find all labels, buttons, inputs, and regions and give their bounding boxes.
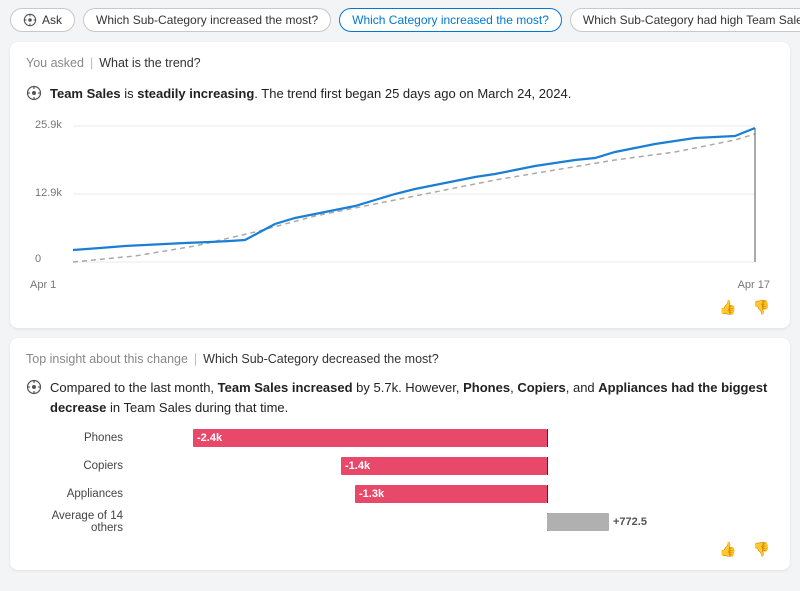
bar-row: Appliances -1.3k [26,483,774,505]
bar-container: -1.4k [131,457,774,475]
trend-question: What is the trend? [99,56,200,70]
trend-insight-text: Team Sales is steadily increasing. The t… [50,84,571,104]
pill-subcategory-increased[interactable]: Which Sub-Category increased the most? [83,8,331,32]
trend-chart-area: 25.9k 12.9k 0 Apr 1 Apr 17 [26,114,774,291]
bar-value-label: -2.4k [197,432,222,444]
bar-fill [193,429,547,447]
pill-subcategory-high-sales[interactable]: Which Sub-Category had high Team Sales? [570,8,800,32]
bar-label: Copiers [26,460,131,472]
bar-label: Phones [26,432,131,444]
x-label-right: Apr 17 [738,279,770,291]
bar-label: Appliances [26,488,131,500]
bar-label: Average of 14 others [26,510,131,534]
ask-pill[interactable]: Ask [10,8,75,32]
trend-chart-svg: 25.9k 12.9k 0 [26,114,774,274]
bar-row: Average of 14 others +772.5 [26,511,774,533]
bar-insight-row: Compared to the last month, Team Sales i… [26,378,774,417]
separator2: | [194,352,197,366]
insight-card: Top insight about this change | Which Su… [10,338,790,570]
svg-text:12.9k: 12.9k [35,187,62,199]
trend-card: You asked | What is the trend? Team Sale… [10,42,790,328]
insight-thumbdown-button[interactable]: 👎 [749,539,774,560]
svg-text:0: 0 [35,253,41,265]
you-asked-label: You asked [26,56,84,70]
bar-fill [547,513,609,531]
bar-container: -2.4k [131,429,774,447]
bar-insight-text: Compared to the last month, Team Sales i… [50,378,774,417]
bar-row: Copiers -1.4k [26,455,774,477]
top-insight-header: Top insight about this change | Which Su… [26,352,774,366]
bar-value-label: -1.4k [345,460,370,472]
x-label-left: Apr 1 [30,279,56,291]
trend-feedback-row: 👍 👎 [26,297,774,318]
bar-zero-line [547,457,548,475]
bar-fill [341,457,547,475]
bar-row: Phones -2.4k [26,427,774,449]
trend-thumbup-button[interactable]: 👍 [715,297,740,318]
bar-container: -1.3k [131,485,774,503]
separator1: | [90,56,93,70]
bar-value-label: -1.3k [359,488,384,500]
insight-thumbup-button[interactable]: 👍 [715,539,740,560]
trend-insight-row: Team Sales is steadily increasing. The t… [26,84,774,104]
ask-label: Ask [42,13,62,27]
bar-insight-icon [26,379,42,398]
you-asked-bar: You asked | What is the trend? [26,56,774,74]
top-insight-question: Which Sub-Category decreased the most? [203,352,439,366]
trend-insight-icon [26,85,42,104]
bar-chart: Phones -2.4k Copiers -1.4k Appliances -1.3k Av… [26,427,774,533]
pill-category-increased[interactable]: Which Category increased the most? [339,8,562,32]
top-insight-label: Top insight about this change [26,352,188,366]
steadily-increasing-label: steadily increasing [137,86,254,101]
svg-text:25.9k: 25.9k [35,119,62,131]
bar-zero-line [547,485,548,503]
ask-icon [23,13,37,27]
team-sales-label: Team Sales [50,86,121,101]
insight-feedback-row: 👍 👎 [26,539,774,560]
bar-value-label: +772.5 [613,516,647,528]
bar-zero-line [547,429,548,447]
trend-thumbdown-button[interactable]: 👎 [749,297,774,318]
chart-x-labels: Apr 1 Apr 17 [26,279,774,291]
pill-bar: Ask Which Sub-Category increased the mos… [10,8,790,32]
bar-container: +772.5 [131,513,774,531]
